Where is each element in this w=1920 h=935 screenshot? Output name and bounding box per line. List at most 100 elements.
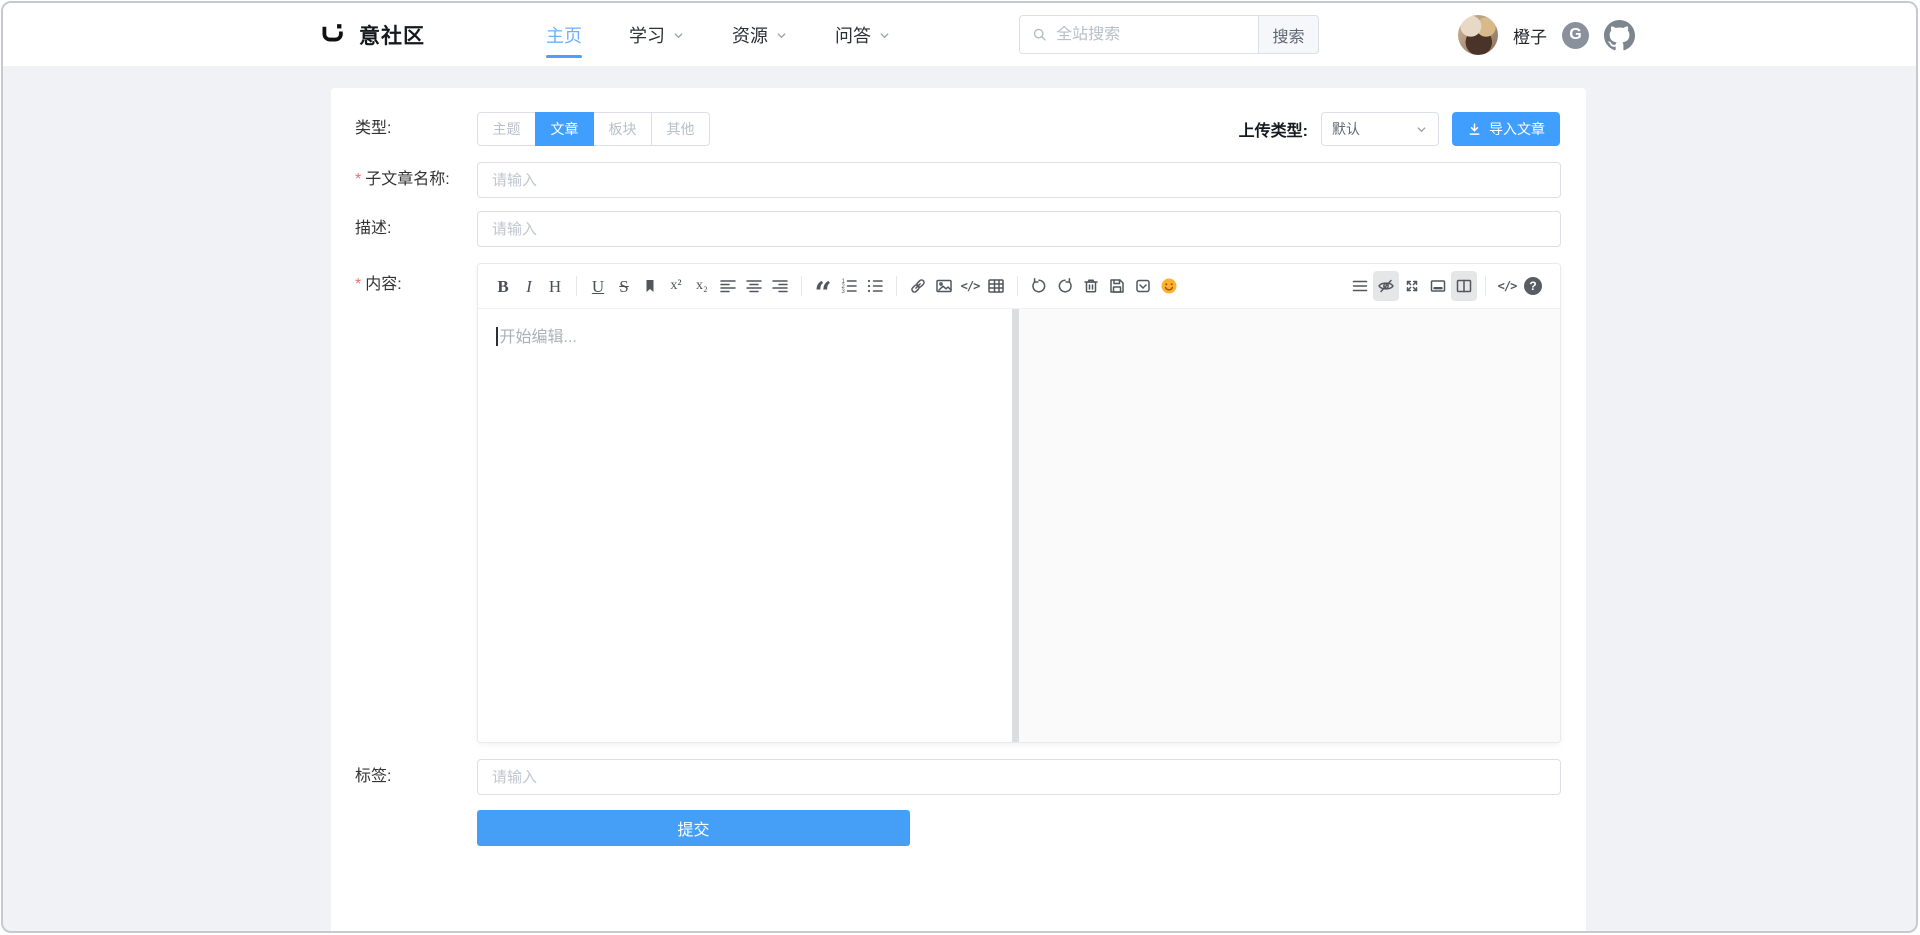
submit-button[interactable]: 提交 — [477, 810, 910, 846]
pane-resize-handle[interactable] — [1012, 309, 1019, 742]
align-right-button[interactable] — [767, 271, 793, 301]
search-button[interactable]: 搜索 — [1258, 15, 1319, 54]
checkbox-icon — [1134, 277, 1152, 295]
avatar[interactable] — [1458, 15, 1498, 55]
description-input[interactable] — [477, 211, 1561, 247]
undo-icon — [1030, 277, 1048, 295]
subarticle-label: *子文章名称: — [355, 162, 450, 198]
toolbar-separator — [1017, 276, 1018, 296]
nav-item-resources[interactable]: 资源 — [732, 3, 788, 67]
subscript-button[interactable]: x₂ — [689, 271, 715, 301]
code-block-button[interactable]: </> — [957, 271, 983, 301]
chevron-down-icon — [878, 29, 891, 42]
import-article-label: 导入文章 — [1489, 119, 1545, 139]
nav-item-label: 学习 — [629, 22, 665, 48]
type-option-other[interactable]: 其他 — [651, 112, 710, 146]
brand-name: 意社区 — [359, 20, 425, 50]
browser-window: 意社区 主页 学习 资源 问答 — [1, 1, 1918, 933]
align-right-icon — [771, 277, 789, 295]
heading-button[interactable]: H — [542, 271, 568, 301]
import-article-button[interactable]: 导入文章 — [1452, 112, 1560, 146]
code-glyph: </> — [961, 279, 980, 293]
toolbar-separator — [801, 276, 802, 296]
upload-type-select[interactable]: 默认 — [1321, 112, 1439, 146]
emoji-icon — [1160, 277, 1178, 295]
italic-button[interactable]: I — [516, 271, 542, 301]
nav-item-learn[interactable]: 学习 — [629, 3, 685, 67]
editor-preview-pane — [1019, 309, 1560, 742]
ordered-list-button[interactable]: 1 2 3 — [836, 271, 862, 301]
nav-item-label: 问答 — [835, 22, 871, 48]
source-code-button[interactable]: </> — [1494, 271, 1520, 301]
chevron-down-icon — [672, 29, 685, 42]
strikethrough-button[interactable]: S — [611, 271, 637, 301]
nav-item-home[interactable]: 主页 — [546, 3, 582, 67]
undo-button[interactable] — [1026, 271, 1052, 301]
github-icon[interactable] — [1604, 20, 1635, 51]
mark-button[interactable] — [637, 271, 663, 301]
save-button[interactable] — [1104, 271, 1130, 301]
blockquote-button[interactable]: “ — [810, 271, 836, 301]
upload-cluster: 上传类型: 默认 导入文章 — [1239, 112, 1560, 146]
site-search: 搜索 — [1019, 15, 1319, 54]
eye-off-icon — [1377, 277, 1395, 295]
emoji-button[interactable] — [1156, 271, 1182, 301]
trash-icon — [1082, 277, 1100, 295]
search-box — [1019, 15, 1258, 54]
ordered-list-icon: 1 2 3 — [840, 277, 858, 295]
tags-label: 标签: — [355, 759, 391, 795]
bookmark-icon — [641, 277, 659, 295]
superscript-glyph: x² — [670, 279, 681, 293]
preview-pane-icon — [1429, 277, 1447, 295]
gitee-icon[interactable]: G — [1562, 22, 1589, 49]
upload-type-label: 上传类型: — [1239, 117, 1308, 141]
editor-toolbar: B I H U S x² x₂ — [478, 264, 1560, 309]
search-input[interactable] — [1056, 26, 1246, 44]
align-center-icon — [745, 277, 763, 295]
todo-button[interactable] — [1130, 271, 1156, 301]
split-view-button[interactable] — [1451, 271, 1477, 301]
align-center-button[interactable] — [741, 271, 767, 301]
align-left-icon — [719, 277, 737, 295]
text-caret — [496, 327, 498, 346]
image-button[interactable] — [931, 271, 957, 301]
superscript-button[interactable]: x² — [663, 271, 689, 301]
type-segmented-control: 主题 文章 板块 其他 — [477, 112, 710, 146]
type-option-article[interactable]: 文章 — [535, 112, 594, 146]
split-pane-icon — [1455, 277, 1473, 295]
strike-glyph: S — [619, 278, 628, 295]
nav-item-qa[interactable]: 问答 — [835, 3, 891, 67]
preview-toggle-button[interactable] — [1373, 271, 1399, 301]
brand-link[interactable]: 意社区 — [319, 3, 425, 67]
align-left-button[interactable] — [715, 271, 741, 301]
content-label: *内容: — [355, 270, 402, 294]
subarticle-name-input[interactable] — [477, 162, 1561, 198]
main-nav: 主页 学习 资源 问答 — [546, 3, 891, 67]
markdown-editor: B I H U S x² x₂ — [477, 263, 1561, 743]
toolbar-separator — [1485, 276, 1486, 296]
outline-button[interactable] — [1347, 271, 1373, 301]
link-icon — [909, 277, 927, 295]
bold-button[interactable]: B — [490, 271, 516, 301]
help-button[interactable]: ? — [1520, 271, 1546, 301]
fullscreen-button[interactable] — [1399, 271, 1425, 301]
editor-input-pane[interactable]: 开始编辑... — [478, 309, 1012, 742]
required-mark: * — [355, 171, 361, 188]
nav-item-label: 主页 — [546, 22, 582, 48]
type-option-topic[interactable]: 主题 — [477, 112, 536, 146]
redo-button[interactable] — [1052, 271, 1078, 301]
preview-only-button[interactable] — [1425, 271, 1451, 301]
underline-button[interactable]: U — [585, 271, 611, 301]
description-label: 描述: — [355, 211, 391, 247]
editor-body: 开始编辑... — [478, 309, 1560, 742]
tags-input[interactable] — [477, 759, 1561, 795]
username[interactable]: 橙子 — [1513, 23, 1547, 48]
redo-icon — [1056, 277, 1074, 295]
hamburger-icon — [1351, 277, 1369, 295]
table-button[interactable] — [983, 271, 1009, 301]
clear-button[interactable] — [1078, 271, 1104, 301]
post-form-card: 类型: 主题 文章 板块 其他 上传类型: 默认 导入文章 *子文章名称: 描述… — [331, 88, 1586, 933]
unordered-list-button[interactable] — [862, 271, 888, 301]
link-button[interactable] — [905, 271, 931, 301]
type-option-board[interactable]: 板块 — [593, 112, 652, 146]
